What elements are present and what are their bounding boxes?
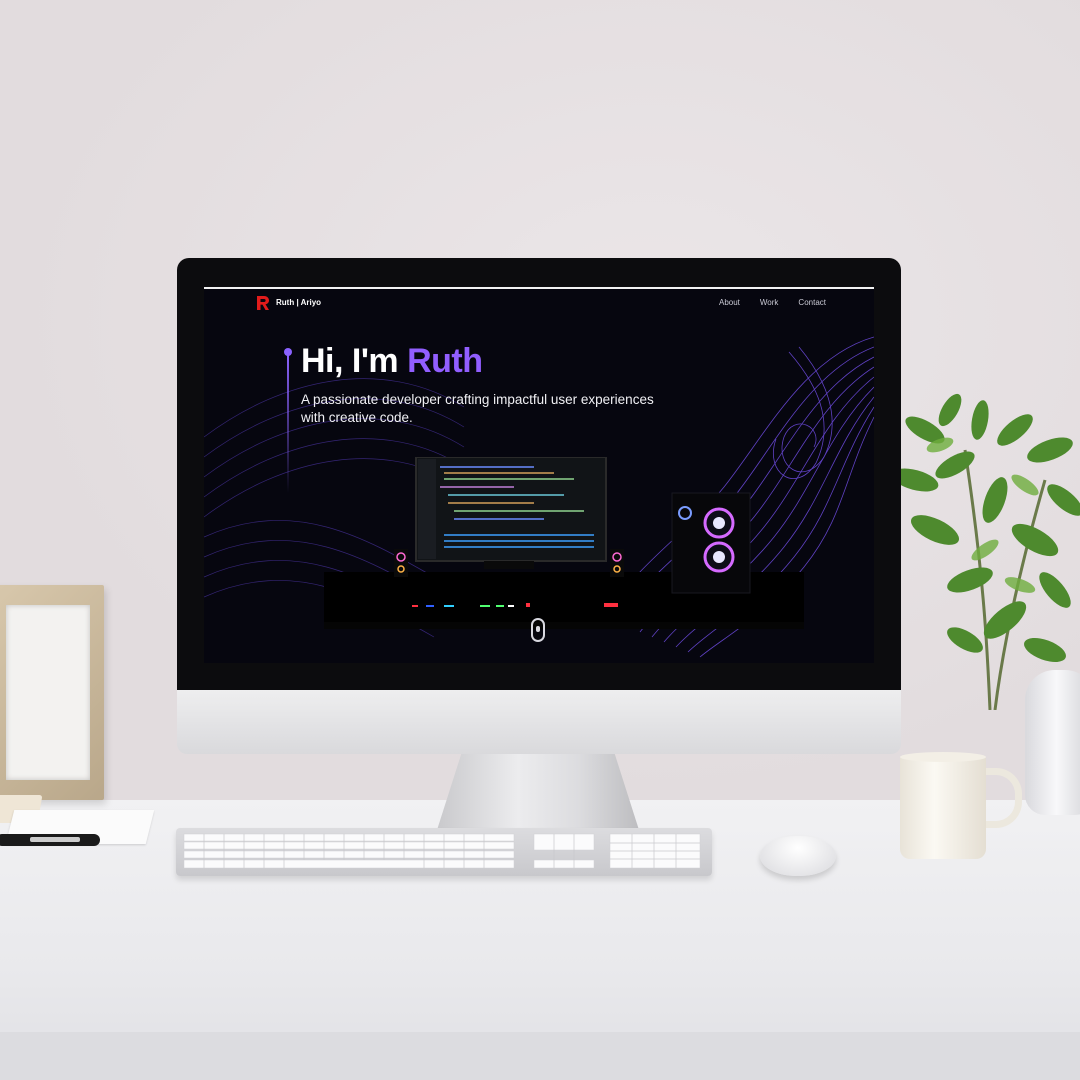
mug-rim [900,752,986,762]
hero-title: Hi, I'm Ruth [301,342,483,381]
desktop-setup-3d-scene [324,457,804,629]
scroll-indicator-dot [536,626,540,632]
imac-monitor: Ruth | Ariyo About Work Contact Hi, I'm … [177,258,901,754]
keyboard [176,828,712,876]
vase [1025,670,1080,815]
website-screen: Ruth | Ariyo About Work Contact Hi, I'm … [204,287,874,663]
logo-r-icon[interactable] [256,295,270,311]
nav-brand[interactable]: Ruth | Ariyo [276,298,321,307]
picture-frame [0,585,104,800]
monitor-chin [177,690,901,754]
nav-link-work[interactable]: Work [760,298,779,307]
pen-clip [30,837,80,842]
nav-links: About Work Contact [719,298,826,307]
nav-link-contact[interactable]: Contact [798,298,826,307]
screen-top-line [204,287,874,289]
hero-greeting: Hi, I'm [301,342,408,380]
desk-edge [0,1032,1080,1080]
scroll-indicator-icon[interactable] [531,618,545,642]
mouse [760,836,836,876]
nav-link-about[interactable]: About [719,298,740,307]
monitor-stand [437,754,639,830]
hero-subtitle: A passionate developer crafting impactfu… [301,392,654,425]
plant-leaves [895,393,1080,710]
hero-accent-line [287,355,289,493]
coffee-mug [900,755,986,859]
keyboard-keys [183,833,701,869]
frame-inner [6,605,90,780]
hero-name: Ruth [407,342,483,380]
